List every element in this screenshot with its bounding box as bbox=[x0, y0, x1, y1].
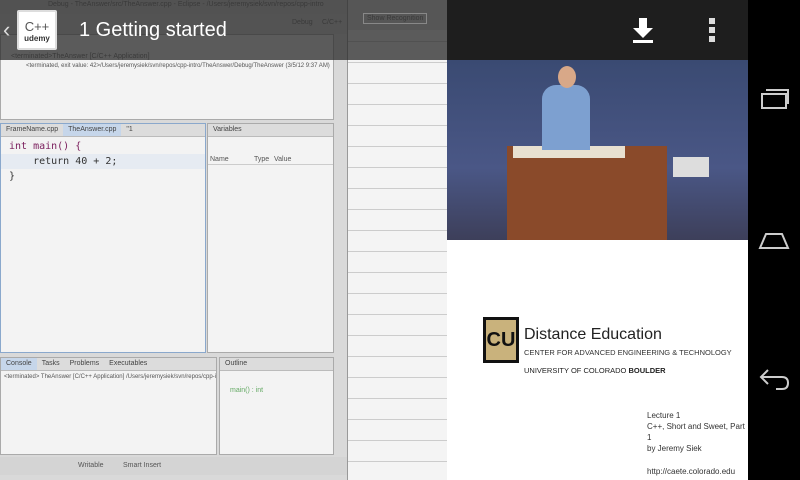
tab-overflow[interactable]: "1 bbox=[121, 124, 137, 136]
slide-university-bold: BOULDER bbox=[628, 366, 666, 375]
tab-problems[interactable]: Problems bbox=[65, 358, 105, 370]
back-icon[interactable] bbox=[758, 366, 790, 394]
more-options-icon[interactable] bbox=[706, 16, 718, 44]
column-name[interactable]: Name bbox=[210, 156, 254, 163]
slide-author: by Jeremy Siek bbox=[647, 444, 702, 453]
video-screen-capture: Debug - TheAnswer/src/TheAnswer.cpp - Ec… bbox=[0, 0, 447, 480]
cu-logo: CU bbox=[483, 317, 519, 363]
editor-pane: FrameName.cpp TheAnswer.cpp "1 int main() … bbox=[0, 123, 206, 353]
laptop bbox=[673, 157, 709, 177]
recent-apps-icon[interactable] bbox=[758, 86, 790, 114]
tab-theanswer[interactable]: TheAnswer.cpp bbox=[63, 124, 122, 136]
debug-tree-item[interactable]: <terminated, exit value: 42>/Users/jerem… bbox=[1, 60, 333, 69]
code-editor[interactable]: int main() { return 40 + 2; } bbox=[1, 137, 205, 186]
course-logo-text: C++ bbox=[24, 19, 50, 34]
slide-university: UNIVERSITY OF COLORADO bbox=[524, 366, 629, 375]
slide-lecture: Lecture 1 bbox=[647, 411, 681, 420]
video-top-bar: ‹ C++ udemy 1 Getting started bbox=[0, 0, 748, 60]
code-line: int main() { bbox=[9, 141, 82, 152]
status-insert-mode: Smart Insert bbox=[123, 462, 162, 469]
download-icon[interactable] bbox=[630, 16, 656, 44]
outline-pane: Outline main() : int bbox=[219, 357, 334, 455]
eclipse-window-title: Debug - TheAnswer/src/TheAnswer.cpp - Ec… bbox=[48, 1, 324, 8]
console-pane: Console Tasks Problems Executables <termina… bbox=[0, 357, 217, 455]
notebook-window: Show Recognition bbox=[347, 0, 447, 480]
tab-framename[interactable]: FrameName.cpp bbox=[1, 124, 63, 136]
android-nav-bar bbox=[748, 0, 800, 480]
slide-topic: C++, Short and Sweet, Part 1 bbox=[647, 422, 745, 442]
debug-tree-item[interactable]: <terminated>TheAnswer [C/C++ Application… bbox=[11, 53, 150, 60]
tab-console[interactable]: Console bbox=[1, 358, 37, 370]
back-chevron-icon[interactable]: ‹ bbox=[3, 17, 17, 43]
show-recognition-button[interactable]: Show Recognition bbox=[363, 13, 428, 24]
status-writable: Writable bbox=[78, 462, 104, 469]
lecturer bbox=[542, 85, 590, 150]
variables-pane: Variables Name Type Value bbox=[207, 123, 334, 353]
tab-executables[interactable]: Executables bbox=[104, 358, 152, 370]
tab-outline[interactable]: Outline bbox=[220, 358, 252, 370]
slide-subheading: CENTER FOR ADVANCED ENGINEERING & TECHNO… bbox=[524, 348, 732, 357]
lecturer-camera-video bbox=[447, 60, 748, 240]
column-value[interactable]: Value bbox=[274, 156, 291, 163]
code-line: } bbox=[9, 171, 16, 182]
perspective-cpp[interactable]: C/C++ bbox=[322, 19, 342, 26]
outline-item[interactable]: main() : int bbox=[220, 371, 333, 394]
lecture-slide: CU Distance Education CENTER FOR ADVANCE… bbox=[447, 240, 748, 480]
tab-variables[interactable]: Variables bbox=[208, 124, 247, 136]
code-line: return 40 + 2; bbox=[1, 154, 205, 169]
perspective-debug[interactable]: Debug bbox=[292, 19, 313, 26]
slide-heading: Distance Education bbox=[524, 326, 662, 343]
column-type[interactable]: Type bbox=[254, 156, 274, 163]
lecture-title: 1 Getting started bbox=[79, 18, 227, 41]
course-logo[interactable]: C++ udemy bbox=[17, 10, 57, 50]
home-icon[interactable] bbox=[758, 226, 790, 254]
lecturer-head bbox=[558, 66, 576, 88]
udemy-brand: udemy bbox=[24, 34, 50, 43]
eclipse-status-bar: Writable Smart Insert bbox=[0, 457, 347, 475]
tab-tasks[interactable]: Tasks bbox=[37, 358, 65, 370]
console-status: <terminated> TheAnswer [C/C++ Applicatio… bbox=[4, 374, 216, 380]
slide-url: http://caete.colorado.edu bbox=[647, 467, 736, 476]
podium bbox=[507, 146, 667, 240]
